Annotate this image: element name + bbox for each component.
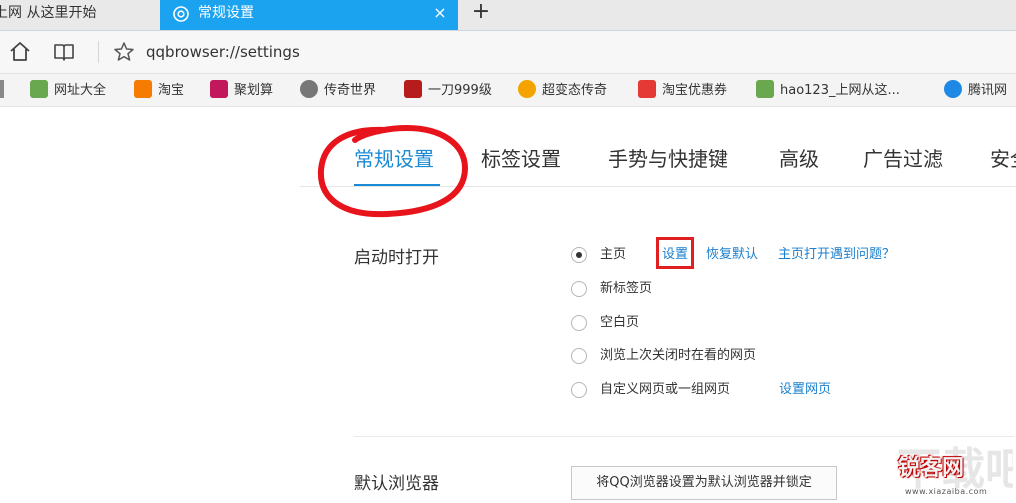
new-tab-button[interactable]: + <box>468 0 494 26</box>
taobao-icon <box>134 80 152 98</box>
radio-label: 自定义网页或一组网页 <box>600 382 731 397</box>
watermark-text: 锐客网 <box>898 456 965 481</box>
bookmark-label: 淘宝 <box>158 83 185 98</box>
tab-ad-filter[interactable]: 广告过滤 <box>863 144 943 174</box>
bookmark-item[interactable]: 腾讯网 <box>944 80 1007 100</box>
address-toolbar: qqbrowser://settings <box>0 31 1016 74</box>
set-default-browser-button[interactable]: 将QQ浏览器设置为默认浏览器并锁定 <box>571 466 837 500</box>
highlight-circle-annotation <box>317 124 469 218</box>
set-pages-link[interactable]: 设置网页 <box>779 381 831 399</box>
default-browser-label: 默认浏览器 <box>354 474 439 494</box>
radio-button[interactable] <box>571 315 587 331</box>
bookmark-label: hao123_上网从这... <box>780 83 900 98</box>
bookmark-item[interactable]: 超变态传奇 <box>518 80 607 100</box>
bookmark-item[interactable]: 聚划算 <box>210 80 273 100</box>
startup-label: 启动时打开 <box>354 248 439 268</box>
watermark-url: www.xiazaiba.com <box>905 487 988 496</box>
game-icon <box>404 80 422 98</box>
restore-default-link[interactable]: 恢复默认 <box>706 246 758 264</box>
bookmark-item[interactable]: hao123_上网从这... <box>756 80 900 100</box>
bookmark-label: 聚划算 <box>234 83 274 98</box>
section-divider <box>354 436 1014 437</box>
radio-button[interactable] <box>571 348 587 364</box>
hao-icon <box>30 80 48 98</box>
hao123-icon <box>756 80 774 98</box>
close-icon[interactable]: × <box>432 3 448 23</box>
smile-icon <box>518 80 536 98</box>
tab-settings-title: 常规设置 <box>198 5 254 21</box>
juhuasuan-icon <box>210 80 228 98</box>
tab-gestures-shortcuts[interactable]: 手势与快捷键 <box>608 144 728 174</box>
bookmark-label: 网址大全 <box>54 83 107 98</box>
bookmark-label: 一刀999级 <box>428 83 492 98</box>
highlight-box-annotation <box>656 237 694 269</box>
bookmark-item[interactable]: 网址大全 <box>30 80 106 100</box>
tab-advanced[interactable]: 高级 <box>779 144 819 174</box>
bookmark-label: 腾讯网 <box>968 83 1008 98</box>
tencent-icon <box>944 80 962 98</box>
bookmark-label: 超变态传奇 <box>542 83 608 98</box>
radio-label: 空白页 <box>600 315 640 330</box>
bookmark-label: 传奇世界 <box>324 83 377 98</box>
bookmark-item[interactable]: 淘宝优惠券 <box>638 80 727 100</box>
radio-button[interactable] <box>571 382 587 398</box>
radio-button[interactable] <box>571 281 587 297</box>
address-input[interactable]: qqbrowser://settings <box>146 41 300 63</box>
bookmark-item[interactable]: 一刀999级 <box>404 80 492 100</box>
bookmark-item[interactable]: 传奇世界 <box>300 80 376 100</box>
radio-button[interactable] <box>571 247 587 263</box>
book-icon[interactable] <box>52 40 76 64</box>
coupon-icon <box>638 80 656 98</box>
radio-label: 浏览上次关闭时在看的网页 <box>600 348 757 363</box>
homepage-problem-link[interactable]: 主页打开遇到问题？ <box>778 246 895 264</box>
radio-label: 新标签页 <box>600 281 653 296</box>
gear-icon <box>173 6 189 22</box>
bookmark-label: 淘宝优惠券 <box>662 83 728 98</box>
tab-settings[interactable]: 常规设置 × <box>160 0 458 30</box>
tab-tab-settings[interactable]: 标签设置 <box>481 144 561 174</box>
bookmark-clipped[interactable] <box>0 80 4 100</box>
radio-label: 主页 <box>600 247 627 262</box>
tab-home[interactable]: 上网 从这里开始 <box>0 0 150 30</box>
star-icon[interactable] <box>112 40 136 64</box>
bookmarks-bar: 网址大全 淘宝 聚划算 传奇世界 一刀999级 超变态传奇 淘宝优惠券 hao1… <box>0 74 1016 107</box>
tab-strip: 上网 从这里开始 常规设置 × + <box>0 0 1016 31</box>
legend-icon <box>300 80 318 98</box>
toolbar-separator <box>98 41 99 63</box>
tab-home-title: 上网 从这里开始 <box>0 5 97 21</box>
tab-security[interactable]: 安全 <box>990 144 1016 174</box>
bookmark-clipped-icon <box>0 80 4 98</box>
bookmark-item[interactable]: 淘宝 <box>134 80 184 100</box>
home-icon[interactable] <box>8 40 32 64</box>
